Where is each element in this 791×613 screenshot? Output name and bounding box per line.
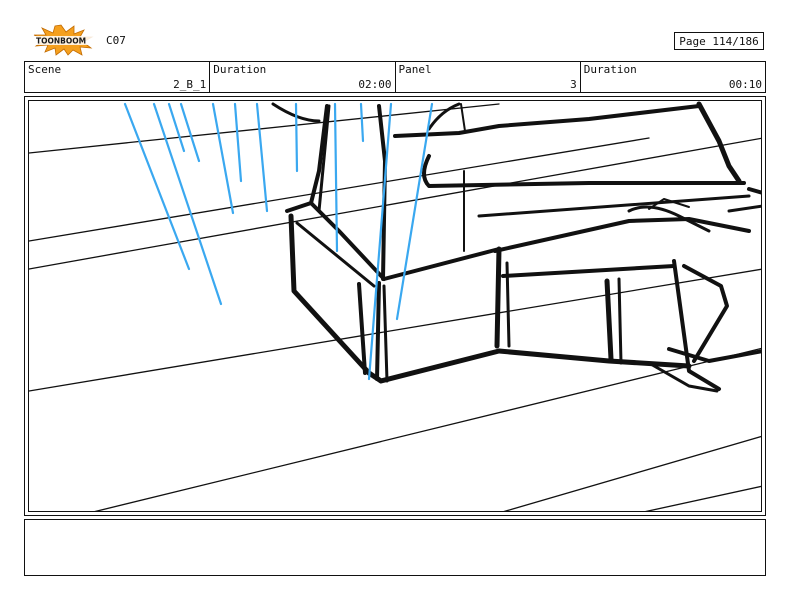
sketch-drawing [29, 101, 761, 511]
sequence-label: C07 [106, 34, 126, 47]
scene-cell: Scene 2_B_1 [25, 62, 211, 92]
page-counter: Page 114/186 [674, 32, 764, 50]
duration-cell: Duration 02:00 [210, 62, 396, 92]
duration-label: Duration [213, 63, 267, 76]
logo-text: TOONBOOM [36, 37, 86, 46]
box-sketch [271, 101, 761, 393]
panel-duration-value: 00:10 [728, 78, 762, 91]
panel-cell: Panel 3 [396, 62, 581, 92]
scene-label: Scene [28, 63, 62, 76]
notes-area [24, 519, 766, 576]
panel-label: Panel [398, 63, 432, 76]
scene-value: 2_B_1 [173, 78, 207, 91]
toonboom-logo: TOONBOOM [24, 24, 98, 56]
panel-duration-label: Duration [583, 63, 637, 76]
storyboard-panel [24, 96, 766, 516]
panel-value: 3 [570, 78, 577, 91]
info-bar: Scene 2_B_1 Duration 02:00 Panel 3 Durat… [24, 61, 766, 93]
panel-drawing-area [28, 100, 762, 512]
panel-duration-cell: Duration 00:10 [581, 62, 765, 92]
duration-value: 02:00 [358, 78, 392, 91]
floor-lines [29, 103, 761, 511]
